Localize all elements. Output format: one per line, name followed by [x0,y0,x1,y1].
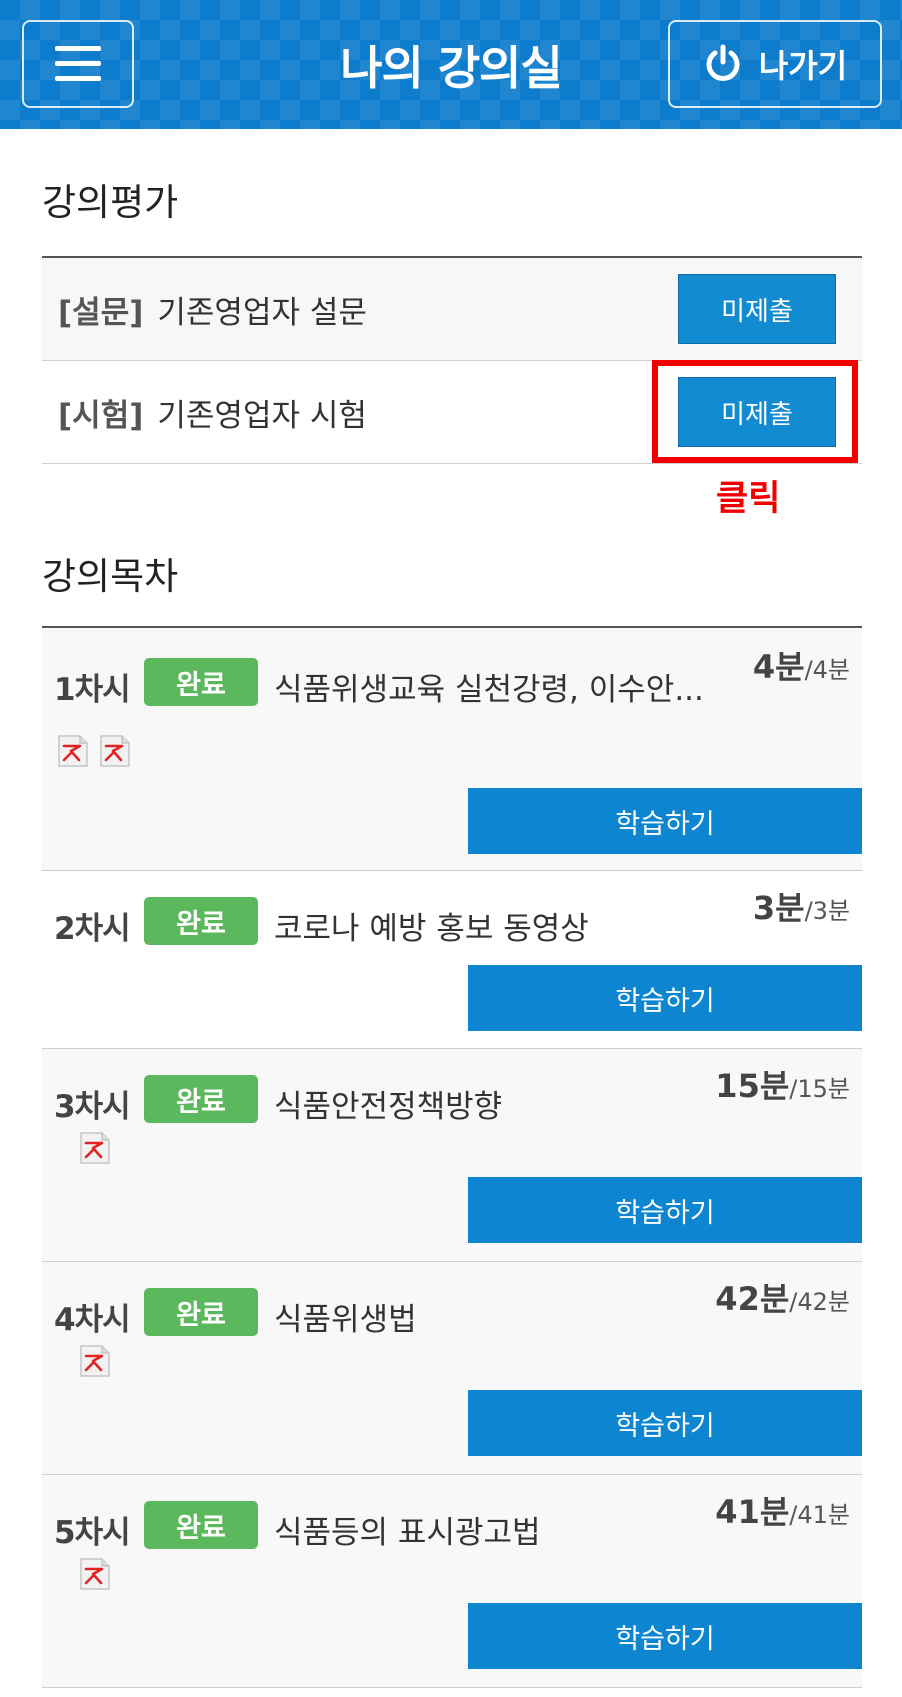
lecture-number: 4차시 [54,1302,131,1338]
status-badge: 완료 [144,1501,258,1549]
study-button[interactable]: 학습하기 [468,1177,862,1243]
study-button[interactable]: 학습하기 [468,1390,862,1456]
lecture-row: 3차시 완료 식품안전정책방향 15분/15분 학습하기 [42,1049,862,1262]
exit-label: 나가기 [758,47,848,85]
lecture-row: 4차시 완료 식품위생법 42분/42분 학습하기 [42,1262,862,1475]
power-icon [706,44,740,81]
pdf-icon[interactable] [56,734,90,768]
lectures-section-title: 강의목차 [42,555,179,598]
status-badge: 완료 [144,1288,258,1336]
lecture-time: 42분/42분 [715,1274,850,1320]
lecture-time: 41분/41분 [715,1487,850,1533]
lecture-row: 2차시 완료 코로나 예방 홍보 동영상 3분/3분 학습하기 [42,871,862,1049]
lecture-title: 식품등의 표시광고법 [274,1515,541,1551]
evaluation-tag: [설문] [58,294,144,331]
time-total: /41분 [789,1501,850,1529]
time-total: /15분 [789,1075,850,1103]
page-title: 나의 강의실 [340,40,563,95]
evaluation-label: 기존영업자 설문 [157,294,367,331]
lecture-number: 3차시 [54,1089,131,1125]
evaluation-label: 기존영업자 시험 [157,397,367,434]
lecture-title: 코로나 예방 홍보 동영상 [274,911,589,947]
time-watched: 3분 [752,889,805,927]
lecture-number: 1차시 [54,672,131,708]
lecture-title: 식품위생교육 실천강령, 이수안... [274,672,704,708]
lecture-number: 2차시 [54,911,131,947]
pdf-icons [78,1131,112,1165]
time-watched: 4분 [752,648,805,686]
highlight-box [652,360,858,463]
lecture-title: 식품위생법 [274,1302,417,1338]
time-total: /4분 [804,656,850,684]
lecture-row: 1차시 완료 식품위생교육 실천강령, 이수안... 4분/4분 학습하기 [42,628,862,871]
time-total: /3분 [804,897,850,925]
click-annotation: 클릭 [716,479,781,519]
exit-button[interactable]: 나가기 [668,20,882,108]
pdf-icon[interactable] [78,1131,112,1165]
lecture-number: 5차시 [54,1515,131,1551]
status-badge: 완료 [144,1075,258,1123]
pdf-icon[interactable] [78,1557,112,1591]
lecture-time: 15분/15분 [715,1061,850,1107]
pdf-icon[interactable] [98,734,132,768]
evaluation-section-title: 강의평가 [42,181,179,224]
pdf-icons [56,734,132,768]
study-button[interactable]: 학습하기 [468,788,862,854]
time-watched: 42분 [715,1280,790,1318]
time-total: /42분 [789,1288,850,1316]
time-watched: 41분 [715,1493,790,1531]
lecture-time: 4분/4분 [753,642,850,688]
study-button[interactable]: 학습하기 [468,1603,862,1669]
evaluation-row-survey: [설문] 기존영업자 설문 미제출 [42,258,862,361]
app-header: 나의 강의실 나가기 [0,0,902,129]
menu-button[interactable] [22,20,134,108]
lecture-time: 3분/3분 [753,883,850,929]
study-button[interactable]: 학습하기 [468,965,862,1031]
time-watched: 15분 [715,1067,790,1105]
pdf-icon[interactable] [78,1344,112,1378]
status-badge: 완료 [144,658,258,706]
lecture-list: 1차시 완료 식품위생교육 실천강령, 이수안... 4분/4분 학습하기 2차… [42,626,862,1688]
status-badge: 완료 [144,897,258,945]
pdf-icons [78,1557,112,1591]
lecture-title: 식품안전정책방향 [274,1089,503,1125]
pdf-icons [78,1344,112,1378]
evaluation-tag: [시험] [58,397,144,434]
survey-submit-button[interactable]: 미제출 [678,274,836,344]
hamburger-menu-icon [55,46,101,81]
lecture-row: 5차시 완료 식품등의 표시광고법 41분/41분 학습하기 [42,1475,862,1688]
